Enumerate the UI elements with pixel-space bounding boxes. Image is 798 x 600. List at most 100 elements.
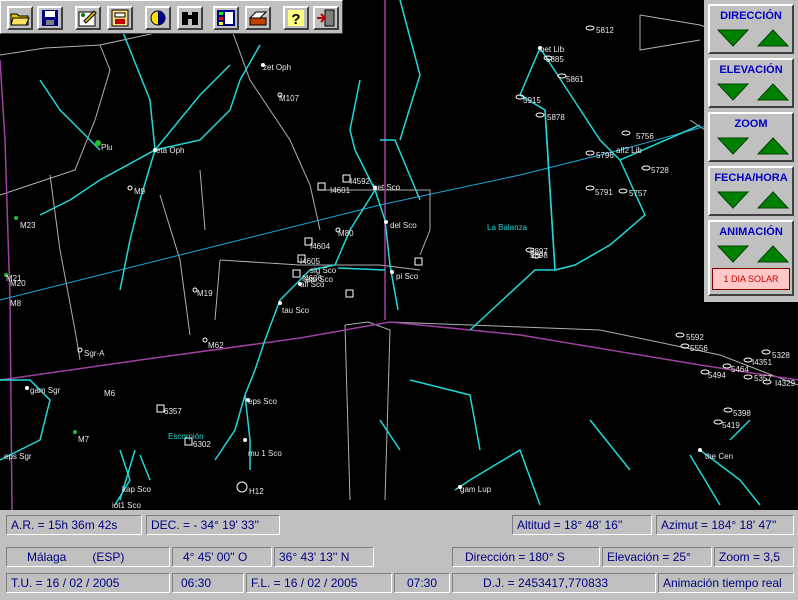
star-label: M23 [20,221,36,230]
star-label: 5898 [530,251,548,260]
star-label: I4592 [350,177,371,186]
exit-button[interactable] [313,6,339,30]
date-time-group: FECHA/HORA [708,166,794,216]
elevation-title: ELEVACIÓN [719,64,783,76]
star-label: zet Oph [263,63,291,72]
star-chart[interactable]: zet OphM107eta OphPluM9M23M21M20M8M19Sgr… [0,0,798,510]
star-label: alf2 Lib [616,146,642,155]
universal-time: 06:30 [172,573,244,593]
star-label: 5728 [651,166,669,175]
altitude: Altitud = 18° 48' 16'' [512,515,652,535]
star-label: 6357 [164,407,182,416]
printer-button[interactable] [245,6,271,30]
star-label: 5878 [547,113,565,122]
star-label: M62 [208,341,224,350]
star-label: 5494 [708,371,726,380]
animation-mode: Animación tiempo real [658,573,794,593]
star-label: 5419 [722,421,740,430]
star-label: I4351 [752,358,773,367]
binoculars-icon [182,12,198,25]
star-label: the Cen [705,452,733,461]
svg-text:?: ? [291,11,300,27]
date-time-up-button[interactable] [756,190,790,210]
star-label: M8 [10,299,22,308]
star-label: Plu [101,143,113,152]
animation-up-button[interactable] [756,244,790,264]
direction-up-button[interactable] [756,28,790,48]
star-label: 5885 [546,55,564,64]
elevation-down-button[interactable] [716,82,750,102]
star-label: iot1 Sco [112,501,141,510]
star-label: 5915 [523,96,541,105]
star-label: H12 [249,487,264,496]
elevation-group: ELEVACIÓN [708,58,794,108]
help-icon: ? [288,10,304,27]
star-label: 5791 [595,188,613,197]
star-label: 5812 [596,26,614,35]
star-label: Sgr-A [84,349,105,358]
local-date: F.L. = 16 / 02 / 2005 [246,573,392,593]
save-disk-icon [42,10,58,26]
star-label: I4601 [330,186,351,195]
star-label: 5757 [629,189,647,198]
star-label: M9 [134,187,146,196]
star-label: 5796 [596,151,614,160]
animation-title: ANIMACIÓN [719,226,783,238]
star-label: mu 1 Sco [248,449,282,458]
star-label: gam Lup [460,485,492,494]
star-label: I4606 [302,274,323,283]
star-label: eps Sgr [4,452,32,461]
star-label: 5398 [733,409,751,418]
star-label: M19 [197,289,213,298]
help-button[interactable]: ? [283,6,309,30]
longitude: 4° 45' 00'' O [172,547,272,567]
star-label: I4604 [310,242,331,251]
solar-day-button[interactable]: 1 DIA SOLAR [712,268,790,290]
star-label: 5357 [754,374,772,383]
star-label: M20 [10,279,26,288]
exit-icon [317,9,335,27]
edit-button[interactable] [75,6,101,30]
status-bar: A.R. = 15h 36m 42s DEC. = - 34° 19' 33''… [0,510,798,600]
zoom-value: Zoom = 3,5 [714,547,794,567]
save-button[interactable] [37,6,63,30]
star-label: 5556 [690,344,708,353]
planets-button[interactable] [213,6,239,30]
star-label: 6302 [193,440,211,449]
elevation-up-button[interactable] [756,82,790,102]
country: (ESP) [92,550,125,564]
binoculars-button[interactable] [177,6,203,30]
latitude: 36° 43' 13'' N [274,547,374,567]
print-icon [111,9,129,27]
star-label: eps Sco [248,397,277,406]
star-label: I4605 [300,257,321,266]
printer-icon [248,11,268,26]
star-label: 5756 [636,132,654,141]
animation-down-button[interactable] [716,244,750,264]
direction-group: DIRECCIÓN [708,4,794,54]
location: Málaga (ESP) [6,547,170,567]
zoom-out-button[interactable] [716,136,750,156]
star-label: I4329 [775,379,796,388]
star-label: M107 [279,94,300,103]
date-time-down-button[interactable] [716,190,750,210]
star-label: kap Sco [122,485,151,494]
direction-title: DIRECCIÓN [720,10,782,22]
star-label: bet Lib [540,45,565,54]
zoom-in-button[interactable] [756,136,790,156]
control-panel: DIRECCIÓN ELEVACIÓN ZOOM FECHA/HORA ANIM… [704,0,798,302]
print-button[interactable] [107,6,133,30]
azimuth: Azimut = 184° 18' 47'' [656,515,794,535]
declination: DEC. = - 34° 19' 33'' [146,515,280,535]
star-label: M6 [104,389,116,398]
direction-value: Dirección = 180° S [452,547,600,567]
date-time-title: FECHA/HORA [714,172,788,184]
star-label: M7 [78,435,90,444]
star-label: bet Sco [373,183,401,192]
star-label: tau Sco [282,306,310,315]
open-folder-button[interactable] [7,6,33,30]
planets-icon [217,10,235,26]
direction-down-button[interactable] [716,28,750,48]
moon-phase-button[interactable] [145,6,171,30]
universal-time-date: T.U. = 16 / 02 / 2005 [6,573,170,593]
